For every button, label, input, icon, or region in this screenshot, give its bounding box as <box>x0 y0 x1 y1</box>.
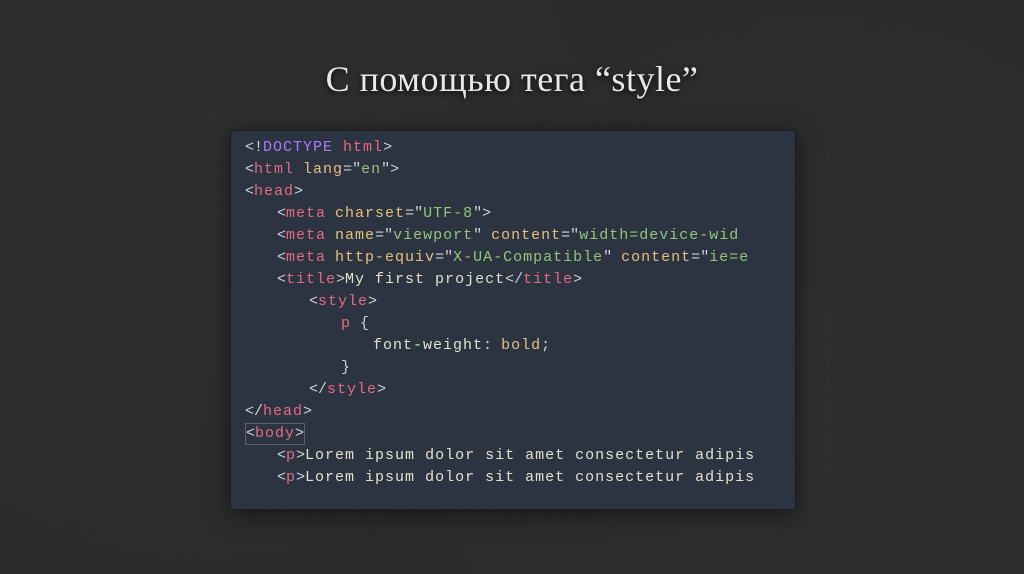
code-line: font-weight: bold; <box>245 335 795 357</box>
code-line: <title>My first project</title> <box>245 269 795 291</box>
code-line: <!DOCTYPE html> <box>245 137 795 159</box>
code-line: <style> <box>245 291 795 313</box>
code-line: <head> <box>245 181 795 203</box>
code-line: <meta http-equiv="X-UA-Compatible" conte… <box>245 247 795 269</box>
code-line: <p>Lorem ipsum dolor sit amet consectetu… <box>245 445 795 467</box>
code-line: } <box>245 357 795 379</box>
code-line-body: <body> <box>245 423 795 445</box>
code-line: <html lang="en"> <box>245 159 795 181</box>
code-line: <meta charset="UTF-8"> <box>245 203 795 225</box>
code-editor: <!DOCTYPE html> <html lang="en"> <head> … <box>230 130 796 510</box>
code-line: <meta name="viewport" content="width=dev… <box>245 225 795 247</box>
code-line: </head> <box>245 401 795 423</box>
code-line: p { <box>245 313 795 335</box>
code-line: <p>Lorem ipsum dolor sit amet consectetu… <box>245 467 795 489</box>
code-line: </style> <box>245 379 795 401</box>
slide-title: С помощью тега “style” <box>0 0 1024 100</box>
